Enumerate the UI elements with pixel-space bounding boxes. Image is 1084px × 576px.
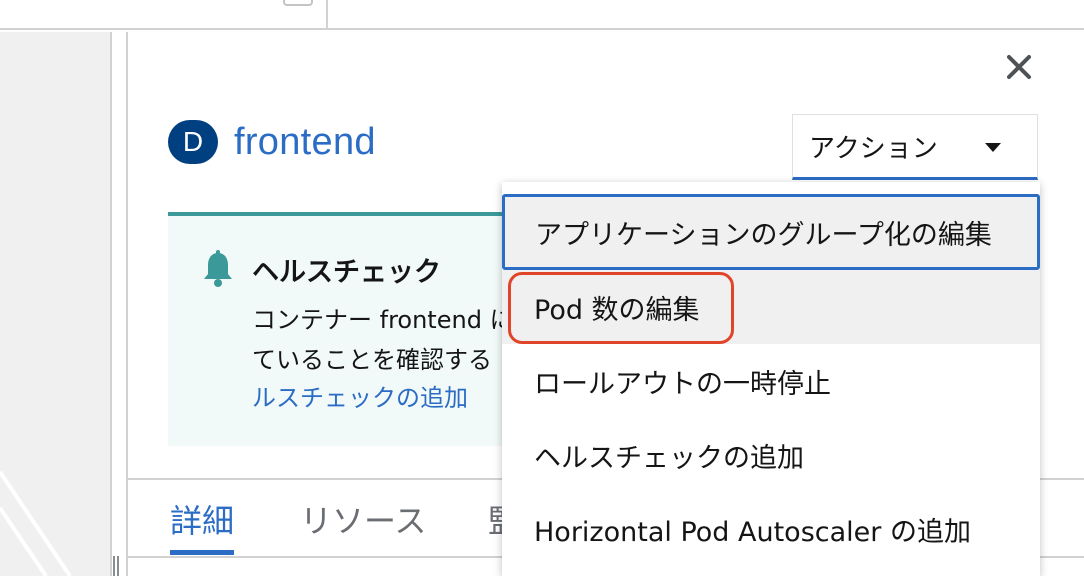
page: D frontend アクション ヘルスチェック コンテナー frontend … — [0, 0, 1084, 576]
close-icon[interactable] — [1002, 50, 1036, 84]
menu-item-add-hpa[interactable]: Horizontal Pod Autoscaler の追加 — [502, 492, 1040, 566]
resource-title: D frontend — [168, 118, 376, 166]
filter-input-button[interactable] — [283, 0, 313, 6]
filter-input[interactable] — [0, 0, 328, 30]
panel-resize-divider[interactable] — [110, 32, 128, 576]
menu-item-edit-application-grouping[interactable]: アプリケーションのグループ化の編集 — [502, 194, 1040, 270]
topology-canvas[interactable] — [0, 32, 110, 576]
menu-item-pause-rollout[interactable]: ロールアウトの一時停止 — [502, 344, 1040, 418]
actions-dropdown-button[interactable]: アクション — [792, 114, 1038, 180]
tab-resources[interactable]: リソース — [300, 496, 426, 542]
caret-down-icon — [985, 143, 1001, 152]
bell-icon — [200, 250, 236, 290]
deployment-badge: D — [168, 120, 218, 164]
add-health-check-link[interactable]: ルスチェックの追加 — [252, 378, 468, 413]
active-tab-indicator — [170, 550, 234, 555]
alert-body-line: コンテナー frontend に — [252, 306, 514, 334]
menu-item-label: Horizontal Pod Autoscaler の追加 — [534, 516, 971, 548]
alert-title: ヘルスチェック — [252, 257, 441, 288]
actions-label: アクション — [809, 133, 938, 164]
menu-item-label: アプリケーションのグループ化の編集 — [535, 219, 992, 251]
menu-item-label: ロールアウトの一時停止 — [534, 368, 831, 400]
menu-item-label: Pod 数の編集 — [534, 294, 700, 326]
menu-item-label: ヘルスチェックの追加 — [534, 442, 804, 474]
menu-item-add-health-checks[interactable]: ヘルスチェックの追加 — [502, 418, 1040, 492]
resource-name[interactable]: frontend — [234, 121, 376, 164]
tab-details[interactable]: 詳細 — [170, 496, 234, 542]
menu-item-edit-pod-count[interactable]: Pod 数の編集 — [502, 270, 1040, 344]
alert-body-line: ていることを確認する — [252, 346, 492, 374]
topology-edge-lines — [0, 470, 72, 576]
drag-handle-icon[interactable] — [113, 556, 123, 576]
